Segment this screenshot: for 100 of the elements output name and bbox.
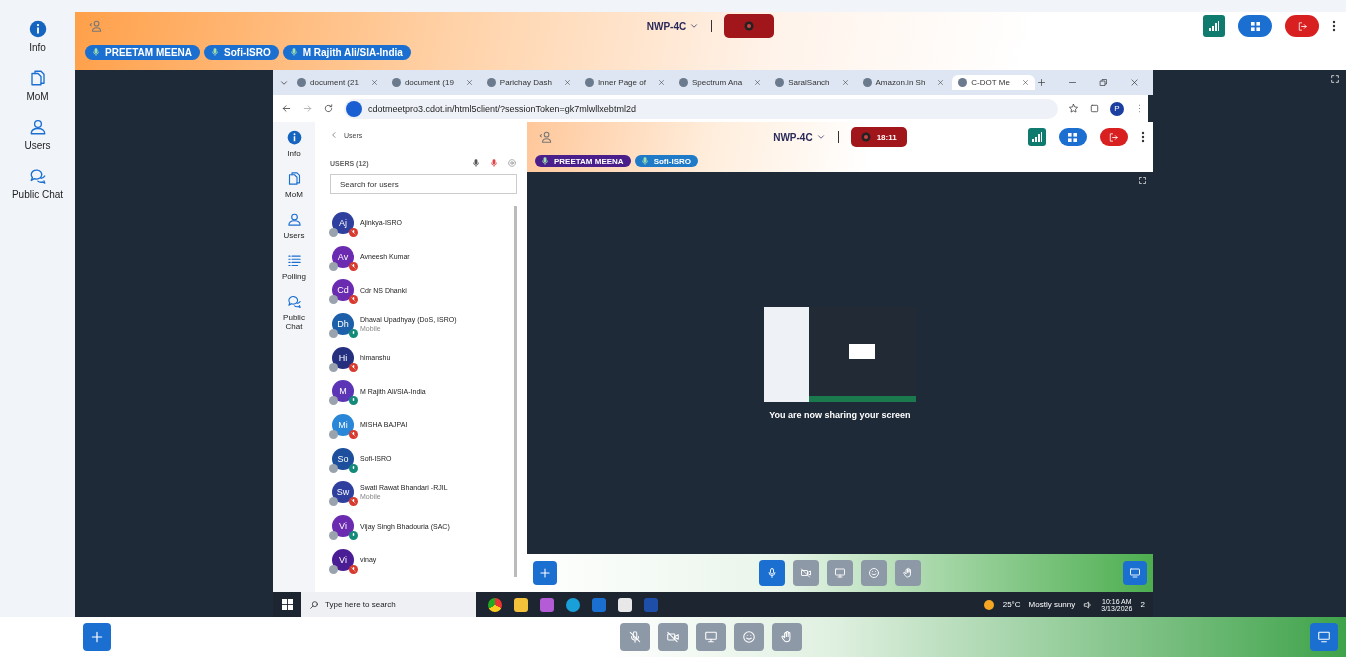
leave-button[interactable] [1285,15,1319,37]
layout-button[interactable] [1238,15,1272,37]
user-icon [89,19,103,33]
browser-tab[interactable]: SaralSanch [769,75,855,90]
room-name[interactable]: NWP-4C [646,20,700,32]
volume-icon [1083,599,1094,610]
browser-tab[interactable]: C-DOT Me [952,75,1035,90]
star-icon [1067,103,1079,114]
reaction-button[interactable] [733,623,764,651]
screen-button[interactable] [1310,623,1338,651]
connection-button[interactable] [1203,15,1225,37]
app-icon[interactable] [540,597,554,612]
raise-hand-button[interactable] [771,623,802,651]
search-field[interactable]: Search for users [330,174,517,194]
sidebar-item[interactable]: Public Chat [7,167,68,200]
connection-button[interactable] [1027,128,1046,146]
signal-icon [1031,132,1042,142]
close-icon [1129,78,1139,87]
sidebar-item[interactable]: Info [274,130,314,158]
add-button[interactable] [83,623,111,651]
sidebar-item[interactable]: Users [274,212,314,240]
close-icon [754,79,762,86]
microphone-button[interactable] [619,623,650,651]
camera-status-icon [329,295,338,305]
more-button[interactable] [1332,20,1336,32]
room-name[interactable]: NWP-4C [773,131,826,143]
add-button[interactable] [533,561,557,585]
more-icon [1332,20,1336,32]
close-icon [657,79,665,86]
exit-icon [1108,131,1120,143]
sidebar-item[interactable]: MoM [7,69,68,102]
forward-icon [302,103,313,114]
info-icon [286,130,302,145]
site-icon [775,78,785,87]
more-button[interactable] [1140,131,1145,143]
profile-avatar[interactable]: P [1109,101,1124,116]
taskbar-search[interactable]: Type here to search [301,592,476,617]
site-icon [297,78,306,87]
camera-off-icon [665,630,680,644]
mute-all-icon [489,158,499,168]
browser-icon[interactable] [566,597,580,612]
sidebar-item[interactable]: Polling [274,253,314,281]
chevron-icon [815,132,826,142]
browser-tab[interactable]: Parichay Dash [480,75,577,90]
monitor-icon [1317,630,1331,644]
browser-tab[interactable]: Inner Page of [578,75,671,90]
site-icon [391,78,401,87]
microphone-icon [627,630,642,644]
speaker-tag: PREETAM MEENA [535,155,631,167]
camera-button[interactable] [657,623,688,651]
notification-count[interactable]: 2 [1140,600,1145,609]
speaker-tag: Sofi-ISRO [634,155,698,167]
site-icon [346,100,362,117]
user-icon [539,130,553,144]
monitor-icon [1128,567,1141,579]
monitor-icon [833,567,846,579]
chevron-icon [689,21,700,31]
recording-button[interactable]: 18:11 [850,127,907,147]
reload-icon [323,103,334,114]
microphone-button[interactable] [758,560,785,586]
windows-icon[interactable] [281,599,293,610]
screen-button[interactable] [1122,561,1147,585]
site-icon [584,78,594,87]
browser-tab[interactable]: document (19 [385,75,479,90]
recording-button[interactable] [724,14,775,38]
speaker-tag: Sofi-ISRO [204,44,279,60]
info-icon [28,20,47,38]
chrome-icon[interactable] [488,597,502,612]
screen-share-button[interactable] [826,560,853,586]
browser-tab[interactable]: Spectrum Ana [672,75,768,90]
camera-off-icon [799,567,812,579]
sidebar-item[interactable]: MoM [274,171,314,199]
weather-text: Mostly sunny [1028,600,1076,609]
sidebar-item[interactable]: Users [7,118,68,151]
mic-icon [540,156,550,166]
camera-status-icon [329,362,338,372]
store-icon[interactable] [618,597,632,612]
fullscreen-icon [1137,176,1147,185]
back-icon [281,103,292,114]
chat-icon [28,167,47,185]
browser-tab[interactable]: document (21 [291,75,384,90]
mic-icon [288,47,299,57]
browser-tab[interactable]: Amazon.in Sh [856,75,951,90]
camera-status-icon [329,531,338,541]
site-icon [486,78,496,87]
folder-icon[interactable] [514,597,528,612]
sidebar-item[interactable]: Info [7,20,68,53]
site-icon [862,78,872,87]
layout-button[interactable] [1058,128,1087,146]
sidebar-item[interactable]: Public Chat [274,294,314,331]
reaction-button[interactable] [860,560,887,586]
mic-icon [210,47,221,57]
mail-icon[interactable] [592,597,606,612]
raise-hand-button[interactable] [894,560,921,586]
signal-icon [1209,21,1219,31]
screen-share-button[interactable] [695,623,726,651]
camera-button[interactable] [792,560,819,586]
address-bar[interactable]: cdotmeetpro3.cdot.in/html5client/?sessionToken=gk7mlwllxebtml2d [344,98,1058,119]
leave-button[interactable] [1099,128,1128,146]
exit-icon [1296,20,1308,32]
